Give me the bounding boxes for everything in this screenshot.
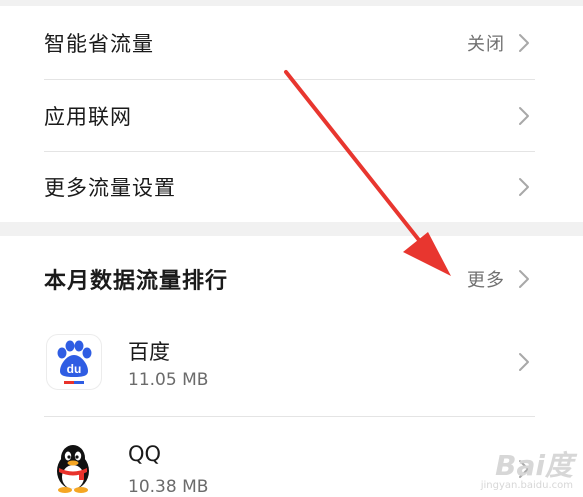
app-data-size: 10.38 MB — [128, 477, 209, 497]
chevron-right-icon — [519, 34, 529, 52]
ranking-more-link[interactable]: 更多 — [467, 266, 535, 292]
chevron-right-icon — [519, 107, 529, 125]
chevron-right-icon — [519, 178, 529, 196]
baidu-icon-text: du — [67, 362, 82, 376]
baidu-paw-icon: du — [57, 340, 92, 384]
baidu-jingyan-watermark: Bai度 jingyan.baidu.com — [481, 452, 573, 491]
ranking-header: 本月数据流量排行 更多 — [44, 246, 535, 312]
divider — [44, 416, 535, 417]
watermark-site: jingyan.baidu.com — [480, 480, 573, 491]
qq-penguin-icon — [57, 445, 89, 493]
app-network-label: 应用联网 — [44, 105, 132, 129]
app-network-row[interactable]: 应用联网 — [44, 80, 535, 152]
chevron-right-icon — [519, 270, 529, 288]
ranking-title: 本月数据流量排行 — [44, 269, 229, 294]
smart-data-saver-status: 关闭 — [467, 34, 505, 55]
app-data-size: 11.05 MB — [128, 370, 209, 390]
smart-data-saver-row[interactable]: 智能省流量 关闭 — [44, 6, 535, 80]
smart-data-saver-label: 智能省流量 — [44, 32, 154, 56]
ranking-more-label: 更多 — [467, 270, 505, 291]
chevron-right-icon — [519, 353, 529, 371]
more-data-settings-row[interactable]: 更多流量设置 — [44, 152, 535, 222]
settings-card: 智能省流量 关闭 应用联网 更多流量设置 — [0, 6, 583, 222]
watermark-brand: Bai度 — [495, 449, 573, 482]
baidu-app-icon: du — [46, 334, 102, 390]
app-name: 百度 — [128, 340, 170, 364]
qq-app-icon — [46, 440, 100, 494]
more-data-settings-label: 更多流量设置 — [44, 176, 176, 200]
app-name: QQ — [128, 442, 162, 466]
